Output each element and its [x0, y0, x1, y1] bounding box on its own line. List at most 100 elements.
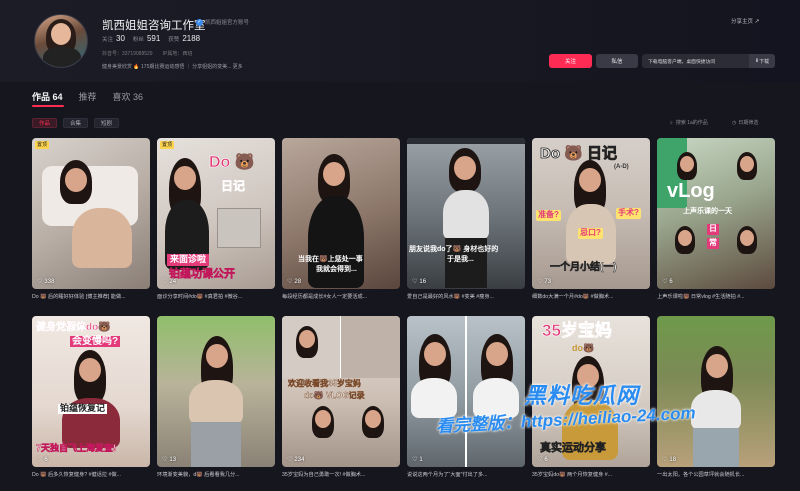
video-overlay-tag: 忌口? [578, 228, 603, 239]
video-card[interactable]: 朋友说我do了🐻 身材也好的 于是我... ♡ 16 爱自己是最好的风水🐻 #变美… [407, 138, 525, 304]
filter-chips: 作品 合集 短剧 [32, 118, 120, 128]
video-thumbnail[interactable]: 置顶 Do 🐻 日记 来面诊啦 铂蕴功课公开 ♡ 24 [157, 138, 275, 289]
video-overlay-title: Do 🐻 日记 [540, 145, 618, 162]
video-thumbnail[interactable]: 当我在🐻上惩处一事 我就会得到... ♡ 28 [282, 138, 400, 289]
video-likes: ♡ 338 [37, 278, 55, 286]
profile-bio[interactable]: 健身美景欣赏 🔥 175期比赛运动感悟 ｜ 分享姐姐的变美... 更多 [102, 63, 243, 70]
filter-collections[interactable]: 合集 [63, 118, 89, 128]
download-client-button[interactable]: 下载电脑客户端，桌面快捷访问 ⬇ 下载 [642, 54, 775, 68]
video-card[interactable]: 置顶 Do 🐻 日记 来面诊啦 铂蕴功课公开 ♡ 24 面诊分享时间#do🐻 #真… [157, 138, 275, 304]
video-likes: ♡ 6 [537, 456, 548, 464]
search-icon: ⌕ [670, 119, 673, 126]
video-overlay-subtitle: 会变慢吗? [70, 336, 121, 347]
heart-icon: ♡ [37, 279, 43, 285]
date-filter-label: 日期筛选 [738, 120, 759, 126]
follow-button[interactable]: 关注 [549, 54, 592, 68]
profile-name: 凯西姐姐咨询工作室 [102, 20, 206, 32]
video-overlay-caption: 于是我... [447, 256, 474, 263]
share-profile-button[interactable]: 分享主页 ↗ [731, 17, 760, 25]
video-overlay-subtitle: do🐻 [572, 343, 595, 353]
active-tab-indicator [32, 105, 64, 107]
video-thumbnail[interactable]: 朋友说我do了🐻 身材也好的 于是我... ♡ 16 [407, 138, 525, 289]
filter-works[interactable]: 作品 [32, 118, 58, 128]
video-thumbnail[interactable]: 置顶 ♡ 338 [32, 138, 150, 289]
video-likes: ♡ 24 [162, 278, 177, 286]
works-search[interactable]: ⌕ 搜索 1a的作品 [670, 119, 708, 127]
heart-icon: ♡ [412, 457, 418, 463]
video-overlay-subtitle: 日记 [221, 179, 246, 193]
video-caption[interactable]: 35岁宝妈do🐻 两个月恢复健身 #... [532, 471, 650, 478]
video-likes: ♡ 73 [537, 278, 552, 286]
heart-icon: ♡ [162, 457, 168, 463]
video-overlay-caption: 当我在🐻上惩处一事 [298, 256, 363, 263]
heart-icon: ♡ [37, 457, 43, 463]
download-client-label: 下载电脑客户端，桌面快捷访问 [648, 59, 716, 65]
video-overlay-title: Do 🐻 [209, 154, 255, 172]
video-thumbnail[interactable]: vLog 上声乐课的一天 日 常 ♡ 6 [657, 138, 775, 289]
avatar[interactable] [34, 14, 88, 68]
stat-following[interactable]: 关注 30 [102, 34, 125, 43]
video-overlay-tag: 日 [707, 224, 719, 235]
video-likes: ♡ 28 [287, 278, 302, 286]
video-caption[interactable]: 上声乐课啦🐻 日常vlog #生活随拍 #... [657, 293, 775, 300]
video-card[interactable]: 欢迎收看我35岁宝妈 do🐻 VLOG记录 ♡ 234 35岁宝妈为自己勇敢一次!… [282, 316, 400, 482]
video-likes: ♡ 1 [412, 456, 423, 464]
video-caption[interactable]: 环境渐变美貌，d🐻 后看看我几分... [157, 471, 275, 478]
video-caption[interactable]: 一出太阳，各个公园草坪就会随机长... [657, 471, 775, 478]
video-caption[interactable]: 面诊分享时间#do🐻 #真君拍 #微谷... [157, 293, 275, 300]
video-thumbnail[interactable]: ♡ 13 [157, 316, 275, 467]
video-overlay-tag: 常 [707, 238, 719, 249]
video-overlay-caption: 真实运动分享 [540, 442, 607, 455]
heart-icon: ♡ [412, 279, 418, 285]
share-icon: ↗ [754, 19, 760, 25]
video-card[interactable]: 置顶 ♡ 338 Do 🐻 后的睡好好体验 [博主推荐] 能做... [32, 138, 150, 304]
pinned-badge: 置顶 [160, 141, 175, 149]
verified-icon: ✓ [196, 18, 203, 26]
video-grid: 置顶 ♡ 338 Do 🐻 后的睡好好体验 [博主推荐] 能做... 置顶 Do … [32, 138, 776, 482]
tab-recommended[interactable]: 推荐 [79, 90, 97, 103]
video-thumbnail[interactable]: ♡ 18 [657, 316, 775, 467]
date-filter-button[interactable]: ◷ 日期筛选 [732, 119, 759, 127]
tab-works[interactable]: 作品 64 [32, 90, 63, 103]
video-card[interactable]: 当我在🐻上惩处一事 我就会得到... ♡ 28 每段经历都是成长#女人一定要活成.… [282, 138, 400, 304]
filter-icon: ◷ [732, 119, 737, 126]
stat-followers[interactable]: 粉丝 591 [133, 34, 160, 43]
video-card[interactable]: vLog 上声乐课的一天 日 常 ♡ 6 上声乐课啦🐻 日常vlog #生活随拍 … [657, 138, 775, 304]
video-caption[interactable]: 爱自己是最好的风水🐻 #变美 #瘦身... [407, 293, 525, 300]
video-caption[interactable]: Do 🐻 后的睡好好体验 [博主推荐] 能做... [32, 293, 150, 300]
video-card[interactable]: 健身党假体do🐻 会变慢吗? 铂蕴恢复记 7天独自飞上海复查! ♡ 6 Do 🐻 … [32, 316, 150, 482]
video-caption[interactable]: 每段经历都是成长#女人一定要活成... [282, 293, 400, 300]
ip-location: IP属地：西班 [162, 51, 193, 57]
video-overlay-caption: 铂蕴恢复记 [58, 403, 108, 414]
video-caption[interactable]: Do 🐻 后多久恢复健身? #健话拉 #做... [32, 471, 150, 478]
video-overlay-caption: 7天独自飞上海复查! [36, 443, 117, 453]
heart-icon: ♡ [162, 279, 168, 285]
pinned-badge: 置顶 [35, 141, 50, 149]
download-button[interactable]: ⬇ 下载 [749, 54, 775, 68]
heart-icon: ♡ [662, 279, 668, 285]
video-card[interactable]: ♡ 1 说说这两个月为了“大面”付出了多... [407, 316, 525, 482]
video-likes: ♡ 234 [287, 456, 305, 464]
video-thumbnail[interactable]: 欢迎收看我35岁宝妈 do🐻 VLOG记录 ♡ 234 [282, 316, 400, 467]
video-overlay-caption: 朋友说我do了🐻 身材也好的 [409, 246, 499, 253]
tab-likes[interactable]: 喜欢 36 [113, 90, 144, 103]
heart-icon: ♡ [287, 457, 293, 463]
video-likes: ♡ 6 [662, 278, 673, 286]
video-thumbnail[interactable]: Do 🐻 日记 (A-D) 准备? 忌口? 手术? 一个月小结(一) ♡ 73 [532, 138, 650, 289]
video-likes: ♡ 6 [37, 456, 48, 464]
profile-meta: 抖音号：33719088529 IP属地：西班 [102, 50, 192, 57]
video-caption[interactable]: 35岁宝妈为自己勇敢一次! #做胸术... [282, 471, 400, 478]
video-caption[interactable]: 细数do大满一个月#do🐻 #做胸术... [532, 293, 650, 300]
video-overlay-subtitle: do🐻 VLOG记录 [304, 391, 365, 400]
video-overlay-subtitle: (A-D) [614, 164, 629, 170]
video-card[interactable]: ♡ 13 环境渐变美貌，d🐻 后看看我几分... [157, 316, 275, 482]
video-thumbnail[interactable]: 健身党假体do🐻 会变慢吗? 铂蕴恢复记 7天独自飞上海复查! ♡ 6 [32, 316, 150, 467]
message-button[interactable]: 私信 [596, 54, 638, 68]
video-overlay-caption: 我就会得到... [316, 266, 357, 273]
video-overlay-title: 欢迎收看我35岁宝妈 [288, 379, 361, 388]
video-thumbnail[interactable]: ♡ 1 [407, 316, 525, 467]
video-caption[interactable]: 说说这两个月为了“大面”付出了多... [407, 471, 525, 478]
filter-shorts[interactable]: 短剧 [94, 118, 120, 128]
video-card[interactable]: Do 🐻 日记 (A-D) 准备? 忌口? 手术? 一个月小结(一) ♡ 73 细… [532, 138, 650, 304]
video-overlay-title: 35岁宝妈 [542, 321, 613, 340]
